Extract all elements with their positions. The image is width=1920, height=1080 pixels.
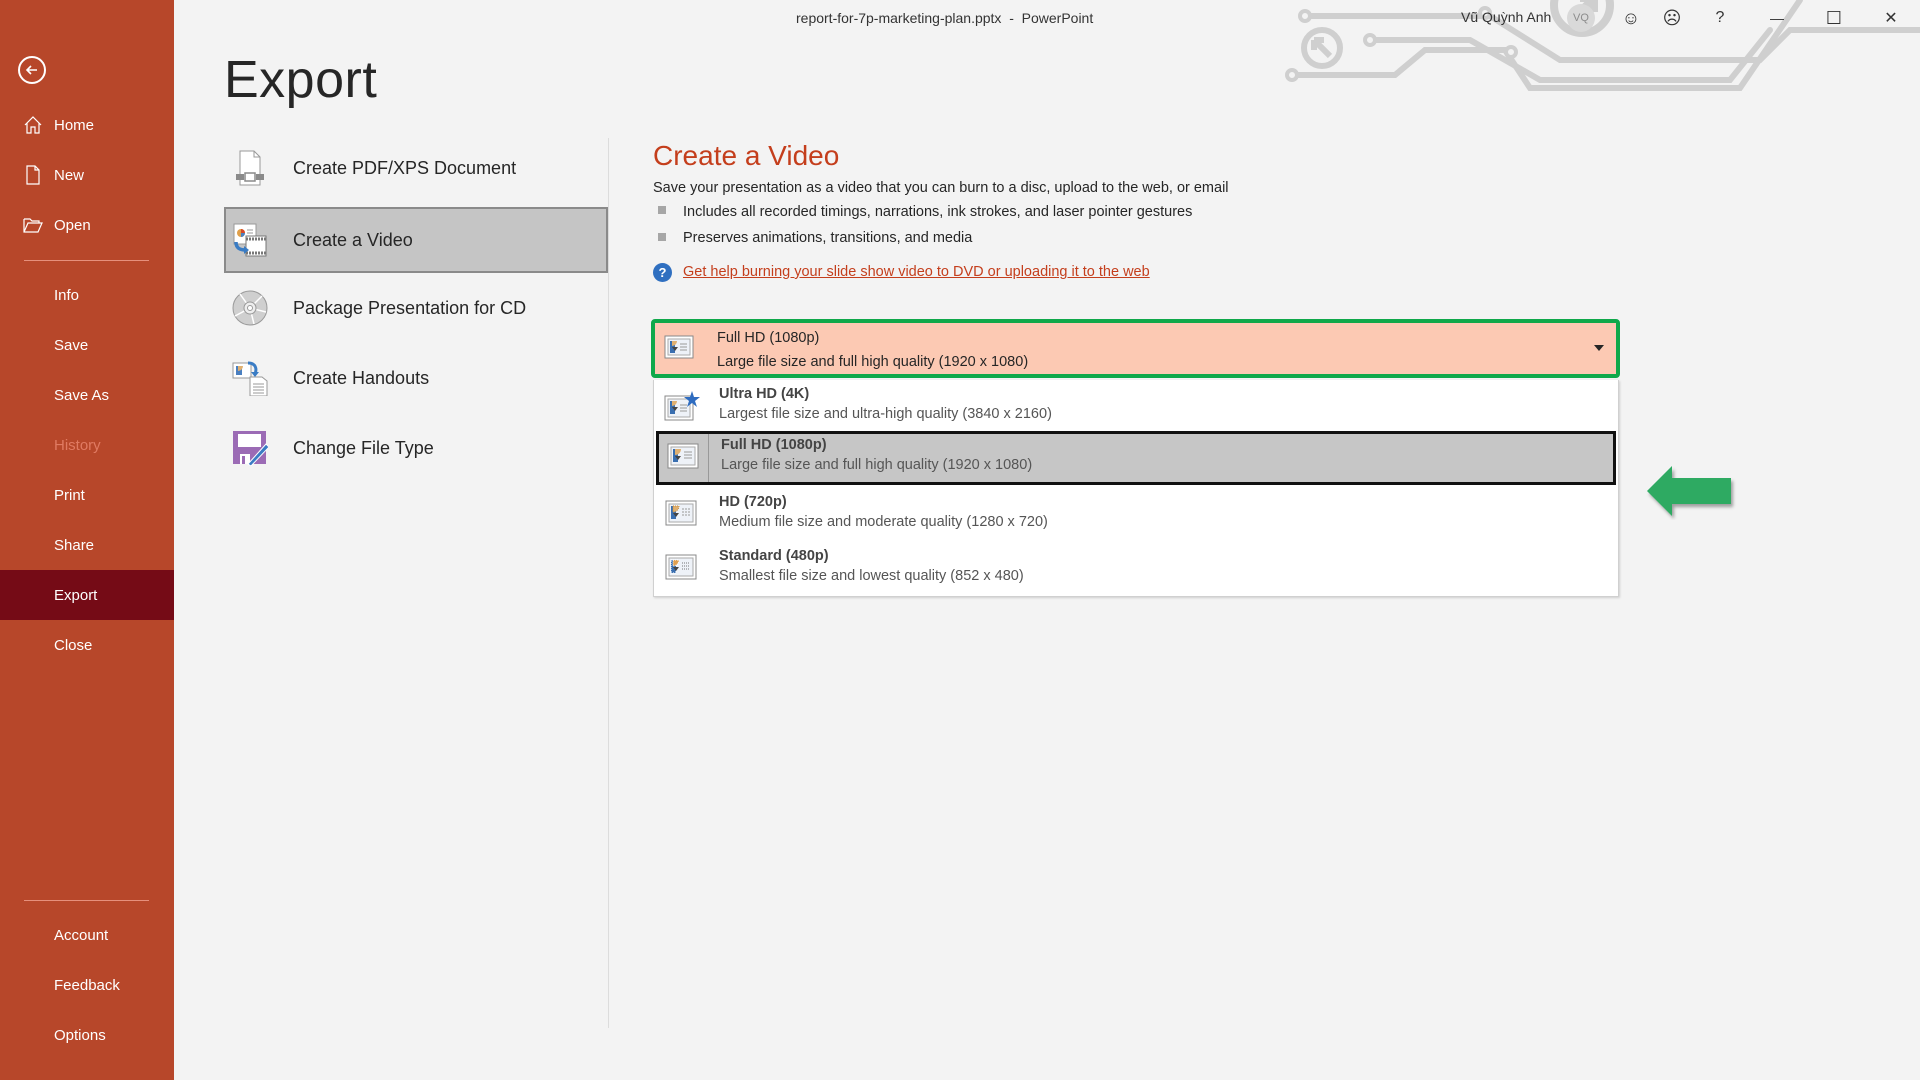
sidebar-item-share[interactable]: Share <box>0 520 174 570</box>
back-button[interactable] <box>18 56 46 84</box>
avatar[interactable]: VQ <box>1567 4 1595 32</box>
export-option-change-file-type[interactable]: Change File Type <box>224 415 608 481</box>
ultra-hd-quality-icon <box>664 391 700 421</box>
sidebar-item-label: Options <box>54 1026 106 1044</box>
sidebar-item-label: Open <box>54 216 91 234</box>
sidebar-item-close[interactable]: Close <box>0 620 174 670</box>
export-option-label: Create a Video <box>293 229 413 250</box>
bullet-text: Preserves animations, transitions, and m… <box>683 230 973 246</box>
dropdown-selected-description: Large file size and full high quality (1… <box>717 354 1029 370</box>
green-arrow-annotation-icon <box>1647 466 1731 516</box>
create-video-icon <box>233 223 267 257</box>
quality-option-full-hd[interactable]: Full HD (1080p) Large file size and full… <box>656 431 1616 485</box>
window-title: report-for-7p-marketing-plan.pptx - Powe… <box>796 10 1094 26</box>
sidebar-divider <box>24 900 149 901</box>
handouts-icon <box>232 361 268 396</box>
sidebar-item-new[interactable]: New <box>0 150 174 200</box>
quality-option-description: Smallest file size and lowest quality (8… <box>719 568 1024 584</box>
help-button[interactable]: ? <box>1706 4 1734 32</box>
sidebar-item-info[interactable]: Info <box>0 270 174 320</box>
sidebar-item-label: Save As <box>54 386 110 404</box>
folder-open-icon <box>23 218 43 233</box>
sidebar-item-account[interactable]: Account <box>0 910 174 960</box>
sidebar-item-label: Feedback <box>54 976 120 994</box>
full-hd-quality-icon <box>667 443 699 469</box>
export-option-label: Change File Type <box>293 437 434 458</box>
page-title: Export <box>224 51 378 109</box>
dropdown-selected-title: Full HD (1080p) <box>717 330 820 346</box>
sidebar-item-label: Print <box>54 486 85 504</box>
export-option-pdf-xps[interactable]: Create PDF/XPS Document <box>224 135 608 201</box>
section-title: Create a Video <box>653 140 840 171</box>
close-window-button[interactable]: ✕ <box>1877 4 1905 32</box>
user-name[interactable]: Vũ Quỳnh Anh <box>1461 9 1551 25</box>
sidebar-item-label: Home <box>54 116 95 134</box>
bullet-marker <box>658 206 666 214</box>
standard-quality-icon <box>665 554 697 580</box>
sidebar-item-export[interactable]: Export <box>0 570 174 620</box>
sidebar-item-label: History <box>54 436 101 454</box>
pdf-document-icon <box>236 150 264 186</box>
new-document-icon <box>26 165 40 185</box>
help-circle-icon: ? <box>653 263 672 282</box>
export-option-create-video[interactable]: Create a Video <box>224 207 608 273</box>
sidebar-item-feedback[interactable]: Feedback <box>0 960 174 1010</box>
hd-quality-icon <box>665 500 697 526</box>
export-option-label: Package Presentation for CD <box>293 297 527 318</box>
panel-divider <box>608 138 609 1028</box>
quality-option-standard[interactable]: Standard (480p) Smallest file size and l… <box>654 542 1618 596</box>
bullet-marker <box>658 233 666 241</box>
bullet-text: Includes all recorded timings, narration… <box>683 204 1193 220</box>
arrow-left-icon <box>25 65 37 75</box>
section-description: Save your presentation as a video that y… <box>653 180 1229 196</box>
export-option-create-handouts[interactable]: Create Handouts <box>224 345 608 411</box>
sidebar-item-print[interactable]: Print <box>0 470 174 520</box>
chevron-down-icon[interactable] <box>1594 345 1604 351</box>
change-file-type-icon <box>233 431 268 466</box>
smile-feedback-icon[interactable]: ☺ <box>1617 4 1645 32</box>
maximize-button[interactable]: ☐ <box>1820 4 1848 32</box>
sidebar-item-save[interactable]: Save <box>0 320 174 370</box>
sidebar-item-save-as[interactable]: Save As <box>0 370 174 420</box>
quality-option-hd[interactable]: HD (720p) Medium file size and moderate … <box>654 488 1618 542</box>
sidebar-item-label: Export <box>54 586 98 604</box>
sidebar-divider <box>24 260 149 261</box>
sidebar-item-label: Close <box>54 636 93 654</box>
help-link[interactable]: Get help burning your slide show video t… <box>683 264 1150 280</box>
quality-option-title: Ultra HD (4K) <box>719 386 810 402</box>
frown-feedback-icon[interactable]: ☹ <box>1658 4 1686 32</box>
presentation-quality-icon <box>664 335 694 359</box>
sidebar-item-label: New <box>54 166 85 184</box>
sidebar-item-open[interactable]: Open <box>0 200 174 250</box>
quality-option-description: Large file size and full high quality (1… <box>721 457 1033 473</box>
quality-option-title: Full HD (1080p) <box>721 437 827 453</box>
home-icon <box>24 116 42 134</box>
export-option-label: Create Handouts <box>293 367 430 388</box>
sidebar-item-label: Account <box>54 926 109 944</box>
export-option-label: Create PDF/XPS Document <box>293 157 517 178</box>
video-quality-dropdown[interactable]: Full HD (1080p) Large file size and full… <box>651 319 1620 378</box>
sidebar-item-options[interactable]: Options <box>0 1010 174 1060</box>
export-option-package-cd[interactable]: Package Presentation for CD <box>224 275 608 341</box>
quality-option-description: Largest file size and ultra-high quality… <box>719 406 1052 422</box>
sidebar-item-label: Share <box>54 536 95 554</box>
minimize-button[interactable]: — <box>1763 4 1791 32</box>
video-quality-options-list: Ultra HD (4K) Largest file size and ultr… <box>653 380 1619 597</box>
cd-disc-icon <box>232 290 268 326</box>
sidebar-item-label: Info <box>54 286 80 304</box>
sidebar-item-history: History <box>0 420 174 470</box>
sidebar-item-label: Save <box>54 336 89 354</box>
quality-option-ultra-hd[interactable]: Ultra HD (4K) Largest file size and ultr… <box>654 380 1618 434</box>
backstage-sidebar: Home New Open Info Save Save As History … <box>0 0 174 1080</box>
quality-option-description: Medium file size and moderate quality (1… <box>719 514 1048 530</box>
sidebar-item-home[interactable]: Home <box>0 100 174 150</box>
quality-option-title: HD (720p) <box>719 494 787 510</box>
quality-option-title: Standard (480p) <box>719 548 829 564</box>
